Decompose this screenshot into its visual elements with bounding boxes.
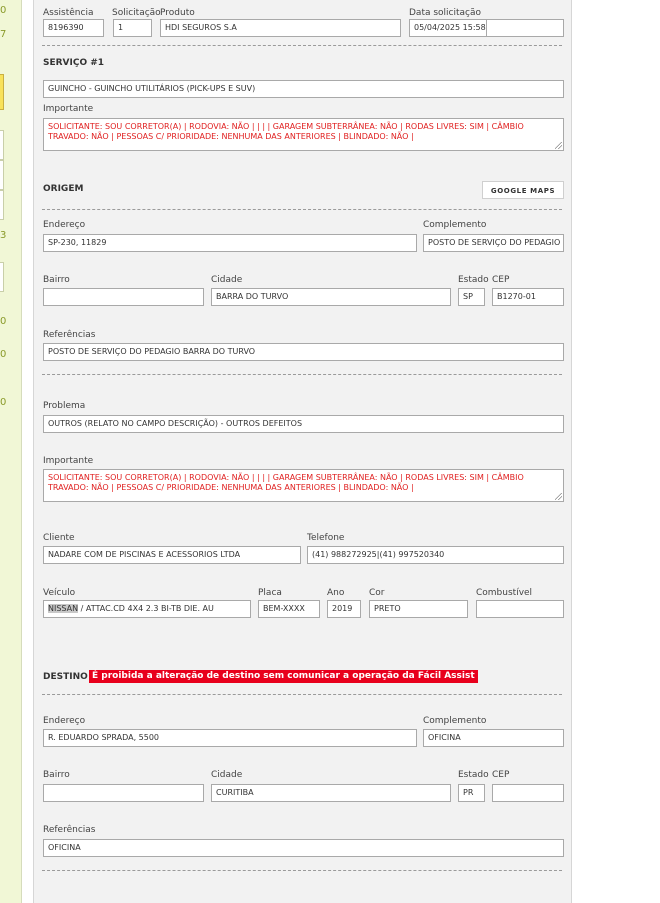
cliente-field[interactable]: NADARE COM DE PISCINAS E ACESSORIOS LTDA (43, 546, 301, 564)
sidebar-number: 0 (0, 5, 7, 16)
veiculo-field[interactable]: NISSAN / ATTAC.CD 4X4 2.3 BI-TB DIE. AU (43, 600, 251, 618)
problema-importante-textarea[interactable]: SOLICITANTE: SOU CORRETOR(A) | RODOVIA: … (43, 469, 564, 502)
left-sidebar-strip: 0 7 3 0 0 0 (0, 0, 22, 903)
data-solicitacao-label: Data solicitação (409, 8, 482, 18)
origem-estado-field[interactable]: SP (458, 288, 485, 306)
destino-referencias-field[interactable]: OFICINA (43, 839, 564, 857)
sidebar-number: 3 (0, 230, 7, 241)
destino-endereco-label: Endereço (43, 716, 86, 726)
origem-bairro-field[interactable] (43, 288, 204, 306)
destino-cep-field[interactable] (492, 784, 564, 802)
section-divider (42, 209, 562, 210)
solicitacao-field[interactable]: 1 (113, 19, 152, 37)
destino-cidade-field[interactable]: CURITIBA (211, 784, 451, 802)
origem-estado-label: Estado (458, 275, 489, 285)
ano-label: Ano (327, 588, 345, 598)
solicitacao-label: Solicitação (112, 8, 161, 18)
origem-complemento-field[interactable]: POSTO DE SERVIÇO DO PEDAGIO BA (423, 234, 564, 252)
telefone-field[interactable]: (41) 988272925|(41) 997520340 (307, 546, 564, 564)
cor-label: Cor (369, 588, 385, 598)
cliente-label: Cliente (43, 533, 75, 543)
origem-cidade-field[interactable]: BARRA DO TURVO (211, 288, 451, 306)
destino-cep-label: CEP (492, 770, 510, 780)
destino-title: DESTINO (43, 672, 88, 682)
servico-importante-text: SOLICITANTE: SOU CORRETOR(A) | RODOVIA: … (48, 122, 524, 141)
servico-importante-textarea[interactable]: SOLICITANTE: SOU CORRETOR(A) | RODOVIA: … (43, 118, 564, 151)
servico-title: SERVIÇO #1 (43, 58, 105, 68)
sidebar-number: 7 (0, 29, 7, 40)
origem-cep-field[interactable]: B1270-01 (492, 288, 564, 306)
section-divider (42, 374, 562, 375)
produto-label: Produto (160, 8, 195, 18)
destino-bairro-label: Bairro (43, 770, 70, 780)
service-form-panel: Assistência 8196390 Solicitação 1 Produt… (33, 0, 572, 903)
problema-field[interactable]: OUTROS (RELATO NO CAMPO DESCRIÇÃO) - OUT… (43, 415, 564, 433)
combustivel-field[interactable] (476, 600, 564, 618)
sidebar-cell[interactable] (0, 160, 4, 190)
veiculo-label: Veículo (43, 588, 76, 598)
origem-cep-label: CEP (492, 275, 510, 285)
origem-referencias-field[interactable]: POSTO DE SERVIÇO DO PEDAGIO BARRA DO TUR… (43, 343, 564, 361)
veiculo-model: / ATTAC.CD 4X4 2.3 BI-TB DIE. AU (78, 604, 214, 613)
resize-grip-icon[interactable] (555, 493, 562, 500)
origem-cidade-label: Cidade (211, 275, 243, 285)
cor-field[interactable]: PRETO (369, 600, 468, 618)
section-divider (42, 694, 562, 695)
origem-endereco-label: Endereço (43, 220, 86, 230)
sidebar-number: 0 (0, 349, 7, 360)
ano-field[interactable]: 2019 (327, 600, 361, 618)
sidebar-cell[interactable] (0, 130, 4, 160)
veiculo-brand-highlight: NISSAN (48, 604, 79, 613)
destino-estado-field[interactable]: PR (458, 784, 485, 802)
placa-field[interactable]: BEM-XXXX (258, 600, 320, 618)
section-divider (42, 870, 562, 871)
origem-title: ORIGEM (43, 184, 84, 194)
data-solicitacao-extra-field[interactable] (486, 19, 564, 37)
sidebar-cell[interactable] (0, 262, 4, 292)
telefone-label: Telefone (307, 533, 345, 543)
origem-endereco-field[interactable]: SP-230, 11829 (43, 234, 417, 252)
data-solicitacao-field[interactable]: 05/04/2025 15:58 (409, 19, 487, 37)
destino-estado-label: Estado (458, 770, 489, 780)
origem-bairro-label: Bairro (43, 275, 70, 285)
destino-warning-badge: É proibida a alteração de destino sem co… (89, 670, 478, 683)
assistencia-field[interactable]: 8196390 (43, 19, 104, 37)
destino-cidade-label: Cidade (211, 770, 243, 780)
google-maps-button[interactable]: GOOGLE MAPS (482, 181, 564, 199)
placa-label: Placa (258, 588, 282, 598)
origem-complemento-label: Complemento (423, 220, 487, 230)
resize-grip-icon[interactable] (555, 142, 562, 149)
combustivel-label: Combustível (476, 588, 533, 598)
destino-complemento-field[interactable]: OFICINA (423, 729, 564, 747)
origem-referencias-label: Referências (43, 330, 96, 340)
destino-complemento-label: Complemento (423, 716, 487, 726)
problema-importante-label: Importante (43, 456, 94, 466)
sidebar-cell-highlight[interactable] (0, 74, 4, 110)
sidebar-number: 0 (0, 397, 7, 408)
servico-field[interactable]: GUINCHO - GUINCHO UTILITÁRIOS (PICK-UPS … (43, 80, 564, 98)
problema-label: Problema (43, 401, 86, 411)
assistencia-label: Assistência (43, 8, 94, 18)
sidebar-number: 0 (0, 316, 7, 327)
destino-bairro-field[interactable] (43, 784, 204, 802)
sidebar-cell[interactable] (0, 190, 4, 220)
section-divider (42, 45, 562, 46)
produto-field[interactable]: HDI SEGUROS S.A (160, 19, 401, 37)
destino-endereco-field[interactable]: R. EDUARDO SPRADA, 5500 (43, 729, 417, 747)
servico-importante-label: Importante (43, 104, 94, 114)
problema-importante-text: SOLICITANTE: SOU CORRETOR(A) | RODOVIA: … (48, 473, 524, 492)
destino-referencias-label: Referências (43, 825, 96, 835)
